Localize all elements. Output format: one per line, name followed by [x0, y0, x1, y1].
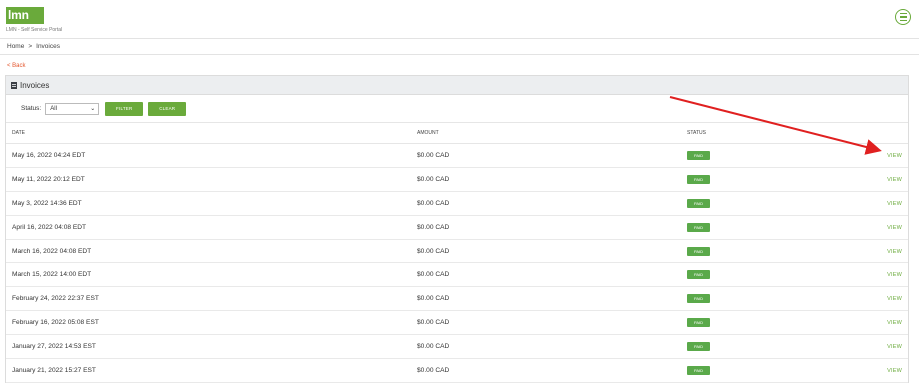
invoice-amount: $0.00 CAD [417, 143, 687, 168]
status-badge: PAID [687, 270, 710, 280]
invoice-date: May 3, 2022 14:36 EDT [6, 191, 417, 216]
invoice-action-cell: VIEW [887, 215, 908, 240]
invoices-table: DATE AMOUNT STATUS May 16, 2022 04:24 ED… [6, 122, 908, 383]
status-badge: PAID [687, 174, 710, 184]
invoice-status-cell: PAID [687, 310, 887, 336]
status-select[interactable]: All ⌄ [45, 102, 100, 115]
invoice-amount: $0.00 CAD [417, 215, 687, 240]
logo-text: lmn [8, 8, 29, 22]
invoice-status-cell: PAID [687, 215, 887, 240]
invoice-status-cell: PAID [687, 167, 887, 192]
view-invoice-link[interactable]: VIEW [887, 272, 902, 278]
view-invoice-link[interactable]: VIEW [887, 225, 902, 231]
invoice-date: May 16, 2022 04:24 EDT [6, 143, 417, 168]
invoice-date: February 16, 2022 05:08 EST [6, 310, 417, 336]
status-badge: PAID [687, 246, 710, 256]
chevron-down-icon: ⌄ [90, 105, 96, 112]
invoice-action-cell: VIEW [887, 191, 908, 216]
breadcrumb-home[interactable]: Home [7, 43, 24, 50]
panel-header: Invoices [6, 76, 908, 95]
date-column-header[interactable]: DATE [6, 122, 417, 144]
action-column-header [887, 122, 908, 144]
invoice-date: March 15, 2022 14:00 EDT [6, 262, 417, 288]
view-invoice-link[interactable]: VIEW [887, 296, 902, 302]
view-invoice-link[interactable]: VIEW [887, 368, 902, 374]
invoice-amount: $0.00 CAD [417, 286, 687, 312]
table-row: March 15, 2022 14:00 EDT $0.00 CAD PAID VIE… [6, 262, 908, 288]
breadcrumb: Home > Invoices [0, 39, 919, 55]
status-badge: PAID [687, 365, 710, 375]
clear-button[interactable]: CLEAR [148, 101, 187, 116]
view-invoice-link[interactable]: VIEW [887, 177, 902, 183]
table-header-row: DATE AMOUNT STATUS [6, 122, 908, 144]
status-column-header[interactable]: STATUS [687, 122, 887, 144]
invoice-amount: $0.00 CAD [417, 358, 687, 383]
view-invoice-link[interactable]: VIEW [887, 153, 902, 159]
status-badge: PAID [687, 294, 710, 304]
invoice-date: April 16, 2022 04:08 EDT [6, 215, 417, 240]
status-badge: PAID [687, 198, 710, 208]
invoice-action-cell: VIEW [887, 334, 908, 360]
invoice-date: January 27, 2022 14:53 EST [6, 334, 417, 360]
invoices-panel: Invoices Status: All ⌄ FILTER CLEAR DATE… [5, 75, 909, 383]
invoice-action-cell: VIEW [887, 239, 908, 264]
status-select-value: All [50, 105, 57, 112]
invoice-action-cell: VIEW [887, 358, 908, 383]
status-badge: PAID [687, 150, 710, 160]
invoice-action-cell: VIEW [887, 167, 908, 192]
invoice-status-cell: PAID [687, 286, 887, 312]
invoice-date: January 21, 2022 15:27 EST [6, 358, 417, 383]
table-row: May 11, 2022 20:12 EDT $0.00 CAD PAID VIEW [6, 167, 908, 192]
table-row: January 21, 2022 15:27 EST $0.00 CAD PAID V… [6, 358, 908, 383]
table-row: February 24, 2022 22:37 EST $0.00 CAD PAID… [6, 286, 908, 312]
lmn-logo[interactable]: lmn [6, 7, 44, 24]
amount-column-header[interactable]: AMOUNT [417, 122, 687, 144]
invoice-action-cell: VIEW [887, 286, 908, 312]
status-badge: PAID [687, 342, 710, 352]
back-link[interactable]: < Back [0, 61, 919, 71]
hamburger-menu-icon[interactable] [895, 9, 911, 25]
invoice-amount: $0.00 CAD [417, 262, 687, 288]
invoice-date: May 11, 2022 20:12 EDT [6, 167, 417, 192]
view-invoice-link[interactable]: VIEW [887, 249, 902, 255]
invoice-date: March 16, 2022 04:08 EDT [6, 239, 417, 264]
table-row: April 16, 2022 04:08 EDT $0.00 CAD PAID VIE… [6, 215, 908, 240]
top-bar: lmn LMN - Self Service Portal [0, 0, 919, 39]
invoice-amount: $0.00 CAD [417, 334, 687, 360]
table-row: March 16, 2022 04:08 EDT $0.00 CAD PAID VIE… [6, 239, 908, 264]
panel-title: Invoices [20, 80, 50, 90]
invoice-status-cell: PAID [687, 262, 887, 288]
table-row: January 27, 2022 14:53 EST $0.00 CAD PAID V… [6, 334, 908, 360]
portal-name: LMN - Self Service Portal [6, 27, 63, 33]
invoice-action-cell: VIEW [887, 310, 908, 336]
view-invoice-link[interactable]: VIEW [887, 344, 902, 350]
invoice-amount: $0.00 CAD [417, 191, 687, 216]
status-badge: PAID [687, 222, 710, 232]
status-badge: PAID [687, 318, 710, 328]
filter-row: Status: All ⌄ FILTER CLEAR [6, 95, 908, 122]
table-row: February 16, 2022 05:08 EST $0.00 CAD PAID… [6, 310, 908, 336]
breadcrumb-separator: > [28, 43, 33, 50]
invoice-status-cell: PAID [687, 143, 887, 168]
filter-button[interactable]: FILTER [105, 101, 144, 116]
invoice-date: February 24, 2022 22:37 EST [6, 286, 417, 312]
invoice-status-cell: PAID [687, 239, 887, 264]
invoice-status-cell: PAID [687, 334, 887, 360]
breadcrumb-current: Invoices [36, 43, 60, 50]
invoice-action-cell: VIEW [887, 262, 908, 288]
status-filter-label: Status: [21, 105, 42, 112]
table-row: May 16, 2022 04:24 EDT $0.00 CAD PAID VIEW [6, 143, 908, 168]
invoice-amount: $0.00 CAD [417, 310, 687, 336]
invoice-amount: $0.00 CAD [417, 239, 687, 264]
invoice-icon [11, 81, 17, 89]
invoice-status-cell: PAID [687, 358, 887, 383]
invoice-action-cell: VIEW [887, 143, 908, 168]
table-row: May 3, 2022 14:36 EDT $0.00 CAD PAID VIEW [6, 191, 908, 216]
view-invoice-link[interactable]: VIEW [887, 320, 902, 326]
view-invoice-link[interactable]: VIEW [887, 201, 902, 207]
invoice-status-cell: PAID [687, 191, 887, 216]
invoice-amount: $0.00 CAD [417, 167, 687, 192]
